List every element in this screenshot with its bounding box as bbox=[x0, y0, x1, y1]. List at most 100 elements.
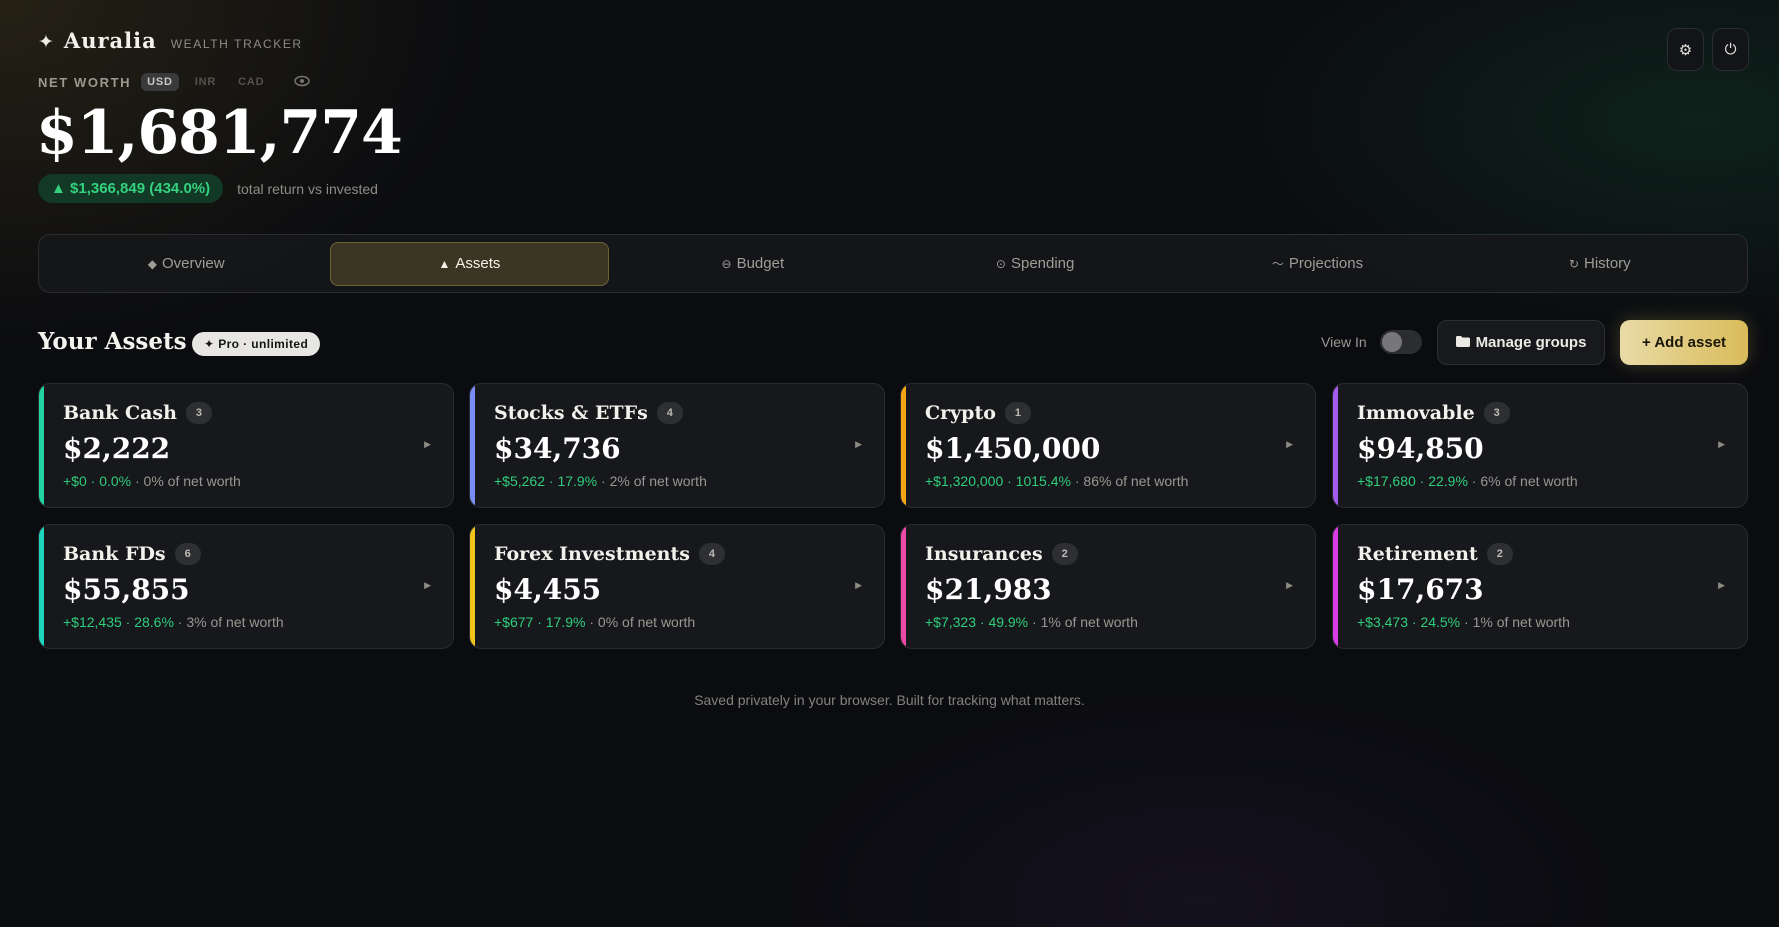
asset-card-stocks-etfs[interactable]: Stocks & ETFs 4 $34,736 +$5,262 · 17.9% ·… bbox=[469, 383, 885, 508]
tab-label: Budget bbox=[736, 255, 785, 272]
chevron-right-icon[interactable]: ▶ bbox=[424, 580, 431, 591]
card-share: · 86% of net worth bbox=[1070, 473, 1189, 489]
chevron-right-icon[interactable]: ▶ bbox=[1286, 439, 1293, 450]
section-title: Your Assets bbox=[38, 328, 187, 355]
card-gain: +$5,262 · 17.9% bbox=[494, 473, 598, 489]
add-asset-button[interactable]: + Add asset bbox=[1620, 320, 1748, 365]
tab-spending[interactable]: ⊙ Spending bbox=[897, 242, 1173, 286]
card-value: $17,673 bbox=[1357, 573, 1484, 606]
currency-inr[interactable]: INR bbox=[189, 73, 222, 91]
view-in-toggle[interactable] bbox=[1380, 330, 1422, 354]
card-meta: +$5,262 · 17.9% · 2% of net worth bbox=[494, 473, 707, 489]
add-asset-label: + Add asset bbox=[1641, 334, 1727, 351]
logout-button[interactable]: ⏻ bbox=[1712, 28, 1749, 71]
card-share: · 3% of net worth bbox=[173, 614, 284, 630]
chevron-right-icon[interactable]: ▶ bbox=[855, 580, 862, 591]
card-gain: +$3,473 · 24.5% bbox=[1357, 614, 1461, 630]
asset-card-insurances[interactable]: Insurances 2 $21,983 +$7,323 · 49.9% · 1%… bbox=[900, 524, 1316, 649]
card-gain: +$1,320,000 · 1015.4% bbox=[925, 473, 1071, 489]
eye-icon[interactable] bbox=[294, 74, 311, 90]
currency-usd[interactable]: USD bbox=[141, 73, 179, 91]
card-meta: +$1,320,000 · 1015.4% · 86% of net worth bbox=[925, 473, 1188, 489]
card-share: · 0% of net worth bbox=[585, 614, 696, 630]
circle-dot-icon: ⊙ bbox=[995, 256, 1006, 271]
card-meta: +$3,473 · 24.5% · 1% of net worth bbox=[1357, 614, 1570, 630]
card-gain: +$12,435 · 28.6% bbox=[63, 614, 174, 630]
tab-label: Spending bbox=[1010, 255, 1075, 272]
triangle-icon: ▲ bbox=[438, 256, 451, 271]
card-count: 3 bbox=[1483, 402, 1510, 424]
asset-card-forex[interactable]: Forex Investments 4 $4,455 +$677 · 17.9% … bbox=[469, 524, 885, 649]
folder-icon bbox=[1455, 334, 1470, 351]
brand: ✦ Auralia WEALTH TRACKER bbox=[38, 28, 303, 54]
card-name: Bank Cash bbox=[63, 402, 177, 424]
circle-minus-icon: ⊖ bbox=[721, 256, 732, 271]
card-value: $4,455 bbox=[494, 573, 602, 606]
card-name: Bank FDs bbox=[63, 543, 166, 565]
card-share: · 0% of net worth bbox=[131, 473, 241, 489]
currency-cad[interactable]: CAD bbox=[232, 73, 270, 91]
card-share: · 6% of net worth bbox=[1467, 473, 1578, 489]
manage-groups-button[interactable]: Manage groups bbox=[1437, 320, 1605, 365]
asset-card-immovable[interactable]: Immovable 3 $94,850 +$17,680 · 22.9% · 6%… bbox=[1332, 383, 1748, 508]
card-share: · 2% of net worth bbox=[597, 473, 707, 489]
manage-groups-label: Manage groups bbox=[1475, 334, 1587, 351]
asset-card-bank-cash[interactable]: Bank Cash 3 $2,222 +$0 · 0.0% · 0% of net… bbox=[38, 383, 454, 508]
card-meta: +$0 · 0.0% · 0% of net worth bbox=[63, 473, 241, 489]
card-count: 3 bbox=[185, 402, 212, 424]
asset-card-bank-fds[interactable]: Bank FDs 6 $55,855 +$12,435 · 28.6% · 3% … bbox=[38, 524, 454, 649]
gear-icon: ⚙ bbox=[1678, 41, 1693, 59]
accent-bar bbox=[901, 384, 906, 507]
accent-bar bbox=[901, 525, 906, 648]
power-icon: ⏻ bbox=[1724, 41, 1737, 58]
tab-projections[interactable]: 〜 Projections bbox=[1179, 242, 1455, 286]
chevron-right-icon[interactable]: ▶ bbox=[1718, 580, 1725, 591]
card-share: · 1% of net worth bbox=[1028, 614, 1138, 630]
card-meta: +$7,323 · 49.9% · 1% of net worth bbox=[925, 614, 1138, 630]
footer-note: Saved privately in your browser. Built f… bbox=[694, 692, 1085, 708]
card-name: Retirement bbox=[1357, 543, 1478, 565]
toggle-knob bbox=[1382, 332, 1402, 352]
asset-card-crypto[interactable]: Crypto 1 $1,450,000 +$1,320,000 · 1015.4%… bbox=[900, 383, 1316, 508]
card-value: $21,983 bbox=[925, 573, 1052, 606]
app-tagline: WEALTH TRACKER bbox=[170, 37, 303, 51]
net-worth-value: $1,681,774 bbox=[36, 98, 403, 168]
refresh-icon: ↻ bbox=[1568, 256, 1579, 271]
app-name: Auralia bbox=[63, 28, 157, 53]
return-label: total return vs invested bbox=[237, 180, 378, 197]
card-count: 6 bbox=[174, 543, 201, 565]
card-count: 2 bbox=[1051, 543, 1078, 565]
settings-button[interactable]: ⚙ bbox=[1667, 28, 1704, 71]
view-in-label: View In bbox=[1321, 334, 1367, 350]
chevron-right-icon[interactable]: ▶ bbox=[424, 439, 431, 450]
accent-bar bbox=[470, 384, 475, 507]
card-count: 4 bbox=[656, 402, 683, 424]
card-name: Immovable bbox=[1357, 402, 1475, 424]
main-tabs: ◆ Overview ▲ Assets ⊖ Budget ⊙ Spending … bbox=[38, 234, 1748, 293]
card-name: Stocks & ETFs bbox=[494, 402, 648, 424]
asset-card-retirement[interactable]: Retirement 2 $17,673 +$3,473 · 24.5% · 1%… bbox=[1332, 524, 1748, 649]
tab-budget[interactable]: ⊖ Budget bbox=[615, 242, 891, 286]
card-gain: +$677 · 17.9% bbox=[494, 614, 586, 630]
card-value: $2,222 bbox=[63, 432, 171, 465]
chevron-right-icon[interactable]: ▶ bbox=[855, 439, 862, 450]
tab-assets[interactable]: ▲ Assets bbox=[330, 241, 609, 286]
card-count: 4 bbox=[698, 543, 725, 565]
total-return: ▲ $1,366,849 (434.0%) total return vs in… bbox=[38, 174, 378, 203]
return-badge: ▲ $1,366,849 (434.0%) bbox=[38, 174, 224, 203]
chevron-right-icon[interactable]: ▶ bbox=[1286, 580, 1293, 591]
card-gain: +$7,323 · 49.9% bbox=[925, 614, 1029, 630]
card-value: $94,850 bbox=[1357, 432, 1484, 465]
card-value: $34,736 bbox=[494, 432, 621, 465]
card-gain: +$17,680 · 22.9% bbox=[1357, 473, 1468, 489]
card-share: · 1% of net worth bbox=[1460, 614, 1570, 630]
chevron-right-icon[interactable]: ▶ bbox=[1718, 439, 1725, 450]
card-name: Insurances bbox=[925, 543, 1043, 565]
sparkle-icon: ✦ bbox=[38, 32, 54, 53]
net-worth-header: NET WORTH USD INR CAD bbox=[38, 73, 311, 91]
tab-label: Overview bbox=[162, 255, 225, 272]
card-count: 2 bbox=[1486, 543, 1513, 565]
card-value: $55,855 bbox=[63, 573, 190, 606]
tab-history[interactable]: ↻ History bbox=[1462, 242, 1738, 286]
tab-overview[interactable]: ◆ Overview bbox=[48, 242, 324, 286]
